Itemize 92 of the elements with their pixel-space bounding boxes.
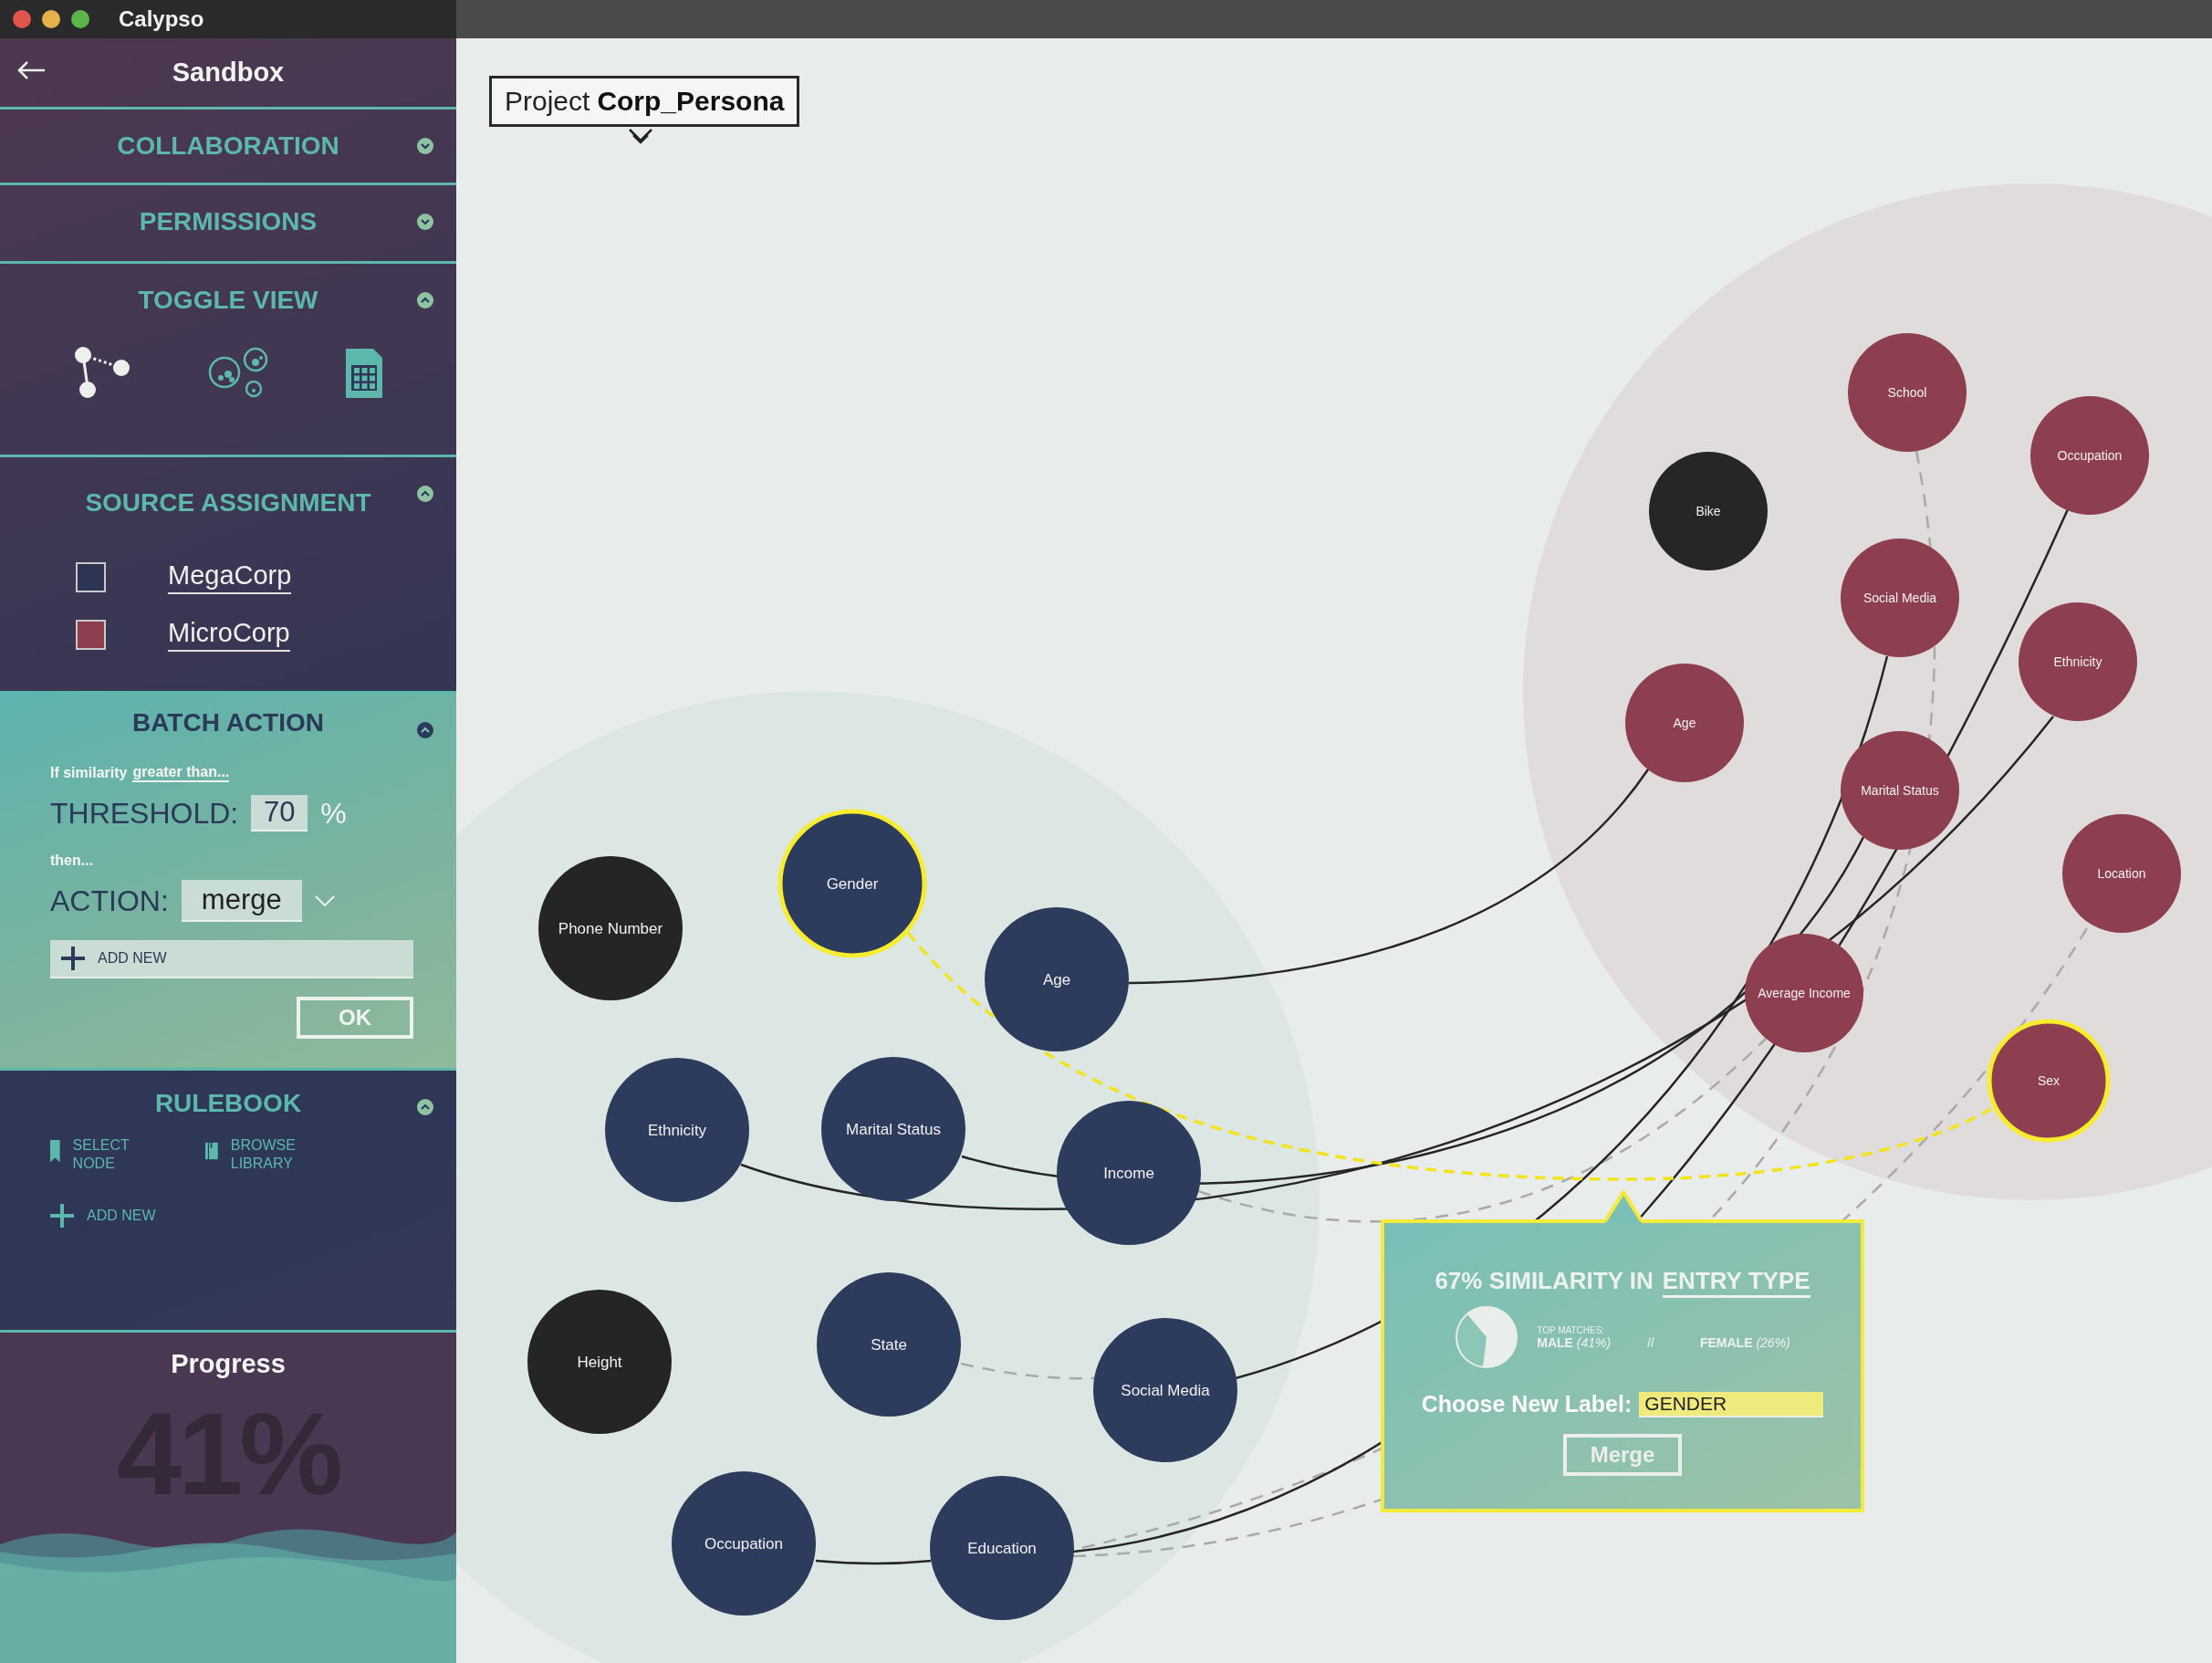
node-label: Ethnicity [2053,654,2102,669]
graph-node[interactable] [930,1476,1074,1620]
graph-node[interactable] [1649,452,1768,570]
section-header[interactable]: COLLABORATION [0,110,456,183]
source-checkbox[interactable] [76,620,106,650]
node-label: Sex [2037,1072,2061,1088]
chevron-icon[interactable] [417,138,433,154]
graph-node[interactable] [527,1290,672,1434]
threshold-label: THRESHOLD: [50,796,239,831]
sidebar-title: Sandbox [172,58,285,88]
project-name: Corp_Persona [597,86,785,117]
node-label: Social Media [1121,1381,1210,1399]
node-label: Height [577,1353,622,1371]
action-label: ACTION: [50,884,169,918]
node-label: Average Income [1758,985,1851,1000]
graph-node[interactable] [1093,1318,1237,1462]
spreadsheet-view-icon[interactable] [346,349,383,398]
source-link[interactable]: MicroCorp [168,618,290,652]
chevron-icon[interactable] [417,214,433,230]
maximize-button[interactable] [71,10,89,28]
node-label: Education [967,1539,1037,1557]
window-title: Calypso [119,6,204,32]
graph-node[interactable] [605,1058,749,1202]
node-label: Social Media [1862,590,1937,605]
graph-node[interactable] [672,1471,816,1616]
section-title: COLLABORATION [117,131,339,161]
add-new-button[interactable]: ADD NEW [50,940,413,978]
graph-node[interactable] [2030,396,2149,515]
popup-heading: 67% SIMILARITY IN [1435,1267,1654,1296]
section-title: SOURCE ASSIGNMENT [85,488,371,518]
node-label: Age [1042,970,1071,988]
pie-chart-icon [1455,1305,1519,1369]
node-label: State [871,1335,907,1354]
back-arrow-icon[interactable] [16,60,46,80]
section-title: RULEBOOK [154,1089,302,1118]
action-select[interactable]: merge [181,880,302,922]
graph-node[interactable] [817,1272,961,1417]
graph-node[interactable] [821,1057,965,1201]
graph-node[interactable] [1057,1101,1201,1245]
node-label: Occupation [704,1534,783,1553]
section-title: BATCH ACTION [132,708,324,737]
label-prompt: Choose New Label: [1421,1391,1633,1417]
chevron-icon[interactable] [417,722,433,738]
percent-unit: % [320,796,347,831]
graph-node[interactable] [1987,1019,2111,1143]
source-checkbox[interactable] [76,562,106,592]
section-title: PERMISSIONS [139,207,318,236]
match-text: FEMALE (26%) [1699,1335,1790,1350]
threshold-field[interactable]: 70 [251,795,308,832]
graph-node[interactable] [1841,539,1959,657]
graph-node[interactable] [1745,934,1863,1052]
section-title: TOGGLE VIEW [138,286,318,315]
minimize-button[interactable] [42,10,60,28]
node-label: Location [2097,865,2146,881]
node-label: Income [1103,1164,1154,1182]
add-rule-button[interactable]: ADD NEW [50,1204,456,1228]
close-button[interactable] [13,10,31,28]
top-matches-label: TOP MATCHES: [1537,1324,1606,1335]
graph-node[interactable] [985,907,1129,1051]
chevron-icon[interactable] [417,486,433,502]
progress-title: Progress [171,1349,286,1379]
node-label: Bike [1696,503,1721,518]
graph-node[interactable] [2019,602,2137,721]
graph-node[interactable] [1625,664,1744,782]
node-label: Ethnicity [647,1121,707,1139]
node-label: Gender [826,874,879,893]
rulebook-tool-button[interactable]: SELECT NODE [50,1136,151,1173]
graph-node[interactable] [538,856,683,1000]
graph-node[interactable] [1841,731,1959,850]
section-header[interactable]: PERMISSIONS [0,185,456,258]
then-text: then... [50,852,94,869]
graph-node[interactable] [1848,333,1967,452]
node-label: Marital Status [1861,782,1939,798]
plus-icon [50,1204,74,1228]
node-label: Age [1673,715,1696,730]
source-link[interactable]: MegaCorp [168,560,292,594]
node-label: Occupation [2057,447,2123,463]
match-separator: // [1647,1335,1654,1350]
plus-icon [61,947,85,970]
chevron-icon[interactable] [417,1099,433,1115]
node-label: School [1887,384,1927,400]
rulebook-tool-button[interactable]: BROWSE LIBRARY [205,1136,306,1173]
chevron-icon[interactable] [417,292,433,309]
graph-node[interactable] [2062,814,2181,933]
graph-node[interactable] [777,809,927,958]
condition-text: If similarity [50,765,128,781]
caret-icon [629,128,652,146]
project-prefix: Project [505,86,590,117]
match-text: MALE (41%) [1537,1334,1612,1350]
label-field[interactable]: GENDER [1639,1391,1824,1417]
node-label: Marital Status [846,1120,941,1138]
node-label: Phone Number [558,919,663,937]
